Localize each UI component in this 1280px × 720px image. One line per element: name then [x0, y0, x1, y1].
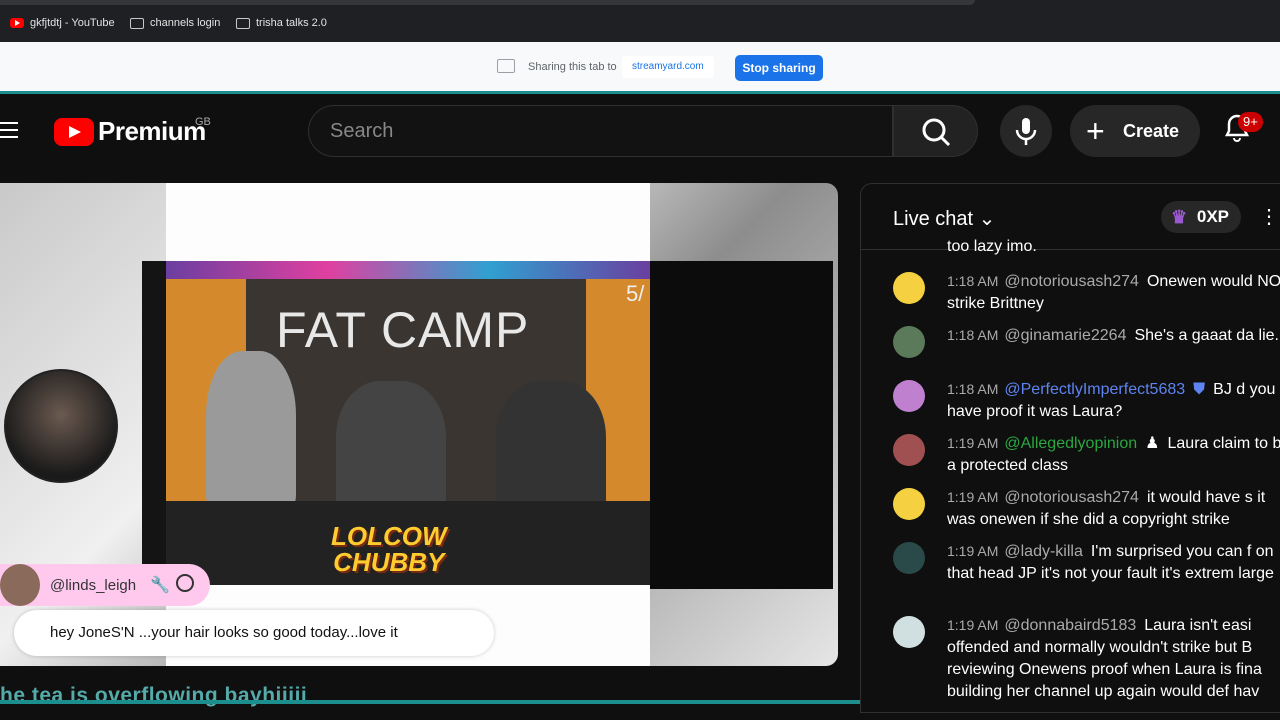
message-time: 1:19 AM	[947, 543, 999, 559]
stream-video-player[interactable]: FAT CAMP 5/ LOLCOW CHUBBY @linds_leigh 🔧…	[0, 183, 838, 666]
voice-search-button[interactable]	[1000, 105, 1052, 157]
message-time: 1:19 AM	[947, 435, 999, 451]
avatar	[893, 488, 925, 520]
message-time: 1:19 AM	[947, 489, 999, 505]
plus-icon: +	[1086, 113, 1105, 149]
moderator-icon	[176, 574, 194, 592]
menu-icon[interactable]	[0, 122, 18, 138]
message-time: 1:18 AM	[947, 273, 999, 289]
bookmark-label: trisha talks 2.0	[256, 17, 327, 29]
sharing-host-link[interactable]: streamyard.com	[622, 56, 714, 78]
sharing-text: Sharing this tab to	[528, 61, 617, 73]
video-title-sign: FAT CAMP	[276, 302, 530, 358]
search-icon	[922, 118, 951, 147]
avatar	[893, 380, 925, 412]
avatar	[893, 326, 925, 358]
youtube-icon	[10, 18, 24, 28]
ticker-text: he tea is overflowing bayhiiiii	[0, 684, 308, 707]
streamer-webcam	[4, 369, 118, 483]
message-text: She's a gaaat da lie.	[1134, 327, 1279, 344]
wrench-icon: 🔧	[150, 577, 170, 594]
folder-icon	[236, 17, 250, 29]
host-figure-1	[206, 351, 296, 511]
logo-line-1: LOLCOW	[331, 521, 447, 551]
avatar	[893, 434, 925, 466]
shared-screen-sidebar	[142, 261, 168, 589]
stop-sharing-button[interactable]: Stop sharing	[735, 55, 823, 81]
moderator-shield-icon: ⛊	[1193, 381, 1206, 398]
chevron-down-icon: ⌄	[978, 208, 996, 230]
more-options-icon[interactable]: ⋮	[1259, 204, 1279, 229]
search-input[interactable]: Search	[308, 105, 893, 157]
message-author[interactable]: @lady-killa	[1004, 543, 1082, 560]
region-code: GB	[195, 116, 211, 128]
commenter-name: @linds_leigh	[50, 577, 137, 594]
tab-strip	[0, 0, 975, 5]
page-indicator: 5/	[626, 281, 645, 306]
bookmark-youtube[interactable]: gkfjtdtj - YouTube	[10, 15, 115, 31]
host-figure-3	[496, 381, 606, 521]
decorative-banner	[166, 261, 650, 279]
youtube-play-icon	[54, 117, 94, 146]
bookmark-label: channels login	[150, 17, 221, 29]
avatar	[893, 272, 925, 304]
message-author[interactable]: @PerfectlyImperfect5683	[1004, 381, 1185, 398]
message-author[interactable]: @Allegedlyopinion	[1004, 435, 1137, 452]
message-time: 1:19 AM	[947, 617, 999, 633]
xp-value: 0XP	[1196, 207, 1229, 226]
search-button[interactable]	[893, 105, 978, 157]
avatar	[893, 616, 925, 648]
embedded-video: FAT CAMP 5/ LOLCOW CHUBBY	[166, 261, 650, 585]
logo-line-2: CHUBBY	[333, 547, 445, 577]
shared-screen-chat-pane	[650, 261, 833, 589]
lolcow-chubby-logo: LOLCOW CHUBBY	[331, 523, 447, 575]
message-author[interactable]: @ginamarie2264	[1004, 327, 1126, 344]
tab-sharing-bar: Sharing this tab to streamyard.com Stop …	[0, 42, 1280, 94]
screen-share-icon	[497, 59, 515, 73]
logo-text: Premium	[98, 116, 206, 146]
bookmarks-bar: gkfjtdtj - YouTube channels login trisha…	[0, 0, 1280, 42]
folder-icon	[130, 17, 144, 29]
chat-mode-dropdown[interactable]: Live chat ⌄	[893, 206, 995, 231]
bookmark-channels-login[interactable]: channels login	[130, 15, 220, 31]
member-badge-icon: ♟	[1145, 435, 1160, 452]
chat-header: Live chat ⌄ ♛ 0XP ⋮	[861, 184, 1280, 250]
notifications-badge: 9+	[1238, 112, 1263, 132]
host-figure-2	[336, 381, 446, 521]
live-chat-panel: Live chat ⌄ ♛ 0XP ⋮ too lazy imo. 1:18 AM…	[860, 183, 1280, 713]
bookmark-trisha-talks[interactable]: trisha talks 2.0	[236, 15, 327, 31]
partial-message: too lazy imo.	[947, 238, 1037, 255]
message-author[interactable]: @notoriousash274	[1004, 273, 1139, 290]
message-time: 1:18 AM	[947, 381, 999, 397]
commenter-avatar	[0, 564, 40, 606]
youtube-header: Premium GB Search + Create 9+	[0, 97, 1280, 165]
avatar	[893, 542, 925, 574]
create-button[interactable]: + Create	[1070, 105, 1200, 157]
crown-icon: ♛	[1171, 207, 1188, 227]
message-author[interactable]: @donnabaird5183	[1004, 617, 1136, 634]
bookmark-label: gkfjtdtj - YouTube	[30, 17, 115, 29]
create-label: Create	[1123, 121, 1180, 141]
youtube-premium-logo[interactable]: Premium GB	[54, 116, 211, 147]
microphone-icon	[1015, 118, 1037, 145]
message-time: 1:18 AM	[947, 327, 999, 343]
message-author[interactable]: @notoriousash274	[1004, 489, 1139, 506]
chat-title: Live chat	[893, 208, 974, 230]
featured-comment: hey JoneS'N ...your hair looks so good t…	[14, 610, 494, 656]
xp-badge[interactable]: ♛ 0XP	[1161, 201, 1241, 233]
